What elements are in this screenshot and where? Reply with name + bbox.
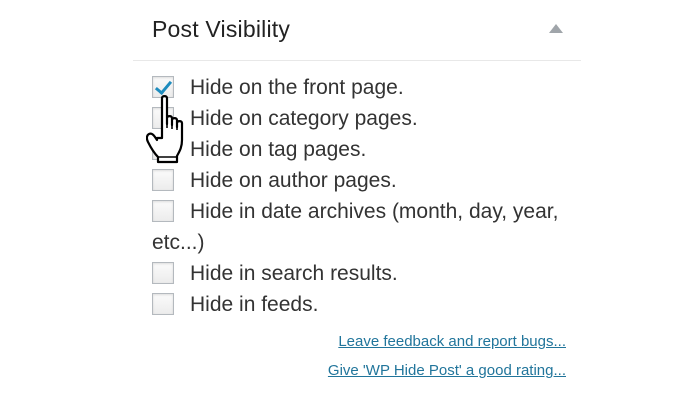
option-label: Hide on tag pages. bbox=[190, 138, 367, 161]
checkbox-feeds[interactable] bbox=[152, 293, 174, 315]
option-author-pages[interactable]: Hide on author pages. bbox=[152, 165, 572, 196]
triangle-up-icon[interactable] bbox=[549, 24, 563, 33]
option-label: Hide in feeds. bbox=[190, 293, 319, 316]
rating-link[interactable]: Give 'WP Hide Post' a good rating... bbox=[328, 356, 566, 385]
option-label: Hide in search results. bbox=[190, 262, 398, 285]
option-front-page[interactable]: Hide on the front page. bbox=[152, 72, 572, 103]
checkbox-category-pages[interactable] bbox=[152, 107, 174, 129]
checkbox-tag-pages[interactable] bbox=[152, 138, 174, 160]
footer-links: Leave feedback and report bugs... Give '… bbox=[328, 327, 566, 385]
option-label: Hide on the front page. bbox=[190, 76, 404, 99]
checkbox-date-archives[interactable] bbox=[152, 200, 174, 222]
option-tag-pages[interactable]: Hide on tag pages. bbox=[152, 134, 572, 165]
visibility-options: Hide on the front page. Hide on category… bbox=[152, 72, 572, 320]
option-date-archives[interactable]: Hide in date archives (month, day, year,… bbox=[152, 196, 572, 258]
post-visibility-panel: Post Visibility Hide on the front page. … bbox=[133, 0, 581, 400]
checkbox-search-results[interactable] bbox=[152, 262, 174, 284]
page: Post Visibility Hide on the front page. … bbox=[0, 0, 700, 400]
checkbox-front-page[interactable] bbox=[152, 76, 174, 98]
option-category-pages[interactable]: Hide on category pages. bbox=[152, 103, 572, 134]
panel-title: Post Visibility bbox=[152, 16, 291, 42]
option-label: Hide on author pages. bbox=[190, 169, 397, 192]
option-search-results[interactable]: Hide in search results. bbox=[152, 258, 572, 289]
option-label: Hide on category pages. bbox=[190, 107, 418, 130]
panel-header: Post Visibility bbox=[133, 0, 581, 61]
option-feeds[interactable]: Hide in feeds. bbox=[152, 289, 572, 320]
checkbox-author-pages[interactable] bbox=[152, 169, 174, 191]
option-label: Hide in date archives (month, day, year,… bbox=[152, 200, 559, 254]
feedback-link[interactable]: Leave feedback and report bugs... bbox=[328, 327, 566, 356]
